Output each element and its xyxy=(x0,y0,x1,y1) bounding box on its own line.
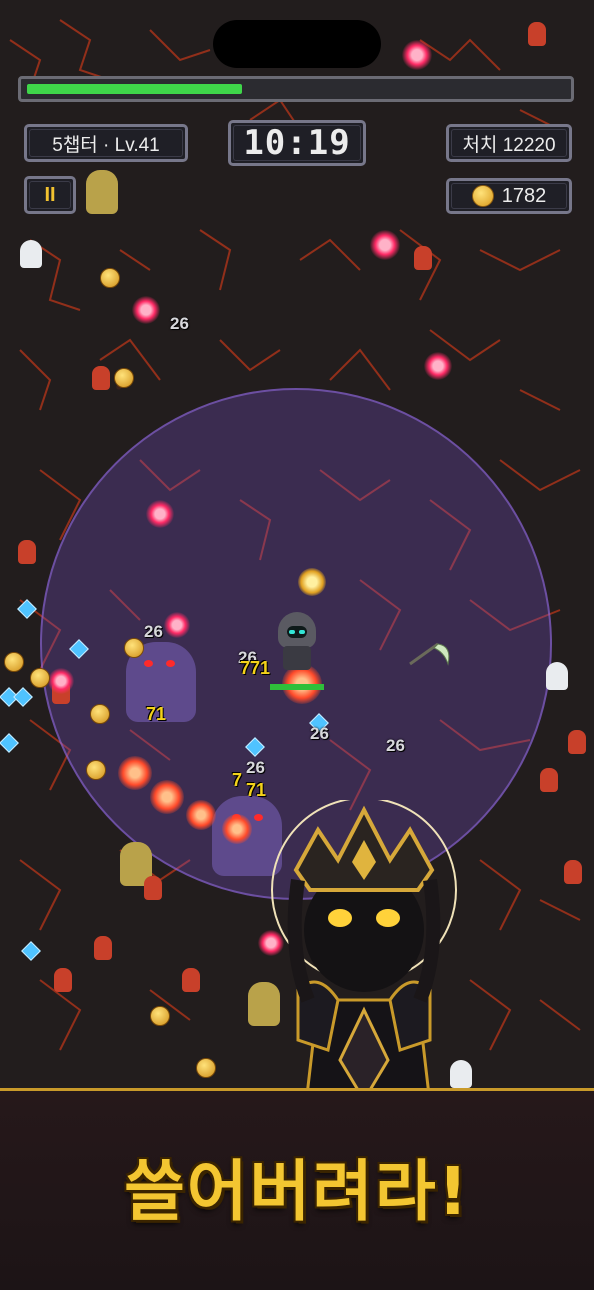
imp-enemy xyxy=(92,366,110,390)
coin-icon xyxy=(471,185,494,207)
imp-enemy xyxy=(94,936,112,960)
coin-pickup xyxy=(100,268,120,288)
coin-pickup xyxy=(124,638,144,658)
energy-orb xyxy=(424,352,452,380)
coin-pickup xyxy=(90,704,110,724)
spark-orb xyxy=(298,568,326,596)
xp-bar-fill xyxy=(27,84,242,94)
imp-enemy xyxy=(540,768,558,792)
damage-number-crit: 771 xyxy=(240,658,271,678)
camera-notch xyxy=(213,20,381,68)
coin-count: 1782 xyxy=(501,184,547,207)
coin-pickup xyxy=(150,1006,170,1026)
imp-enemy xyxy=(564,860,582,884)
xp-bar xyxy=(18,76,574,102)
coin-pickup xyxy=(4,652,24,672)
damage-number: 26 xyxy=(310,724,329,743)
energy-orb xyxy=(48,668,74,694)
imp-enemy xyxy=(568,730,586,754)
pause-button[interactable]: II xyxy=(24,176,76,214)
damage-number-crit: 71 xyxy=(246,780,267,800)
coin-pickup xyxy=(30,668,50,688)
promo-slogan: 쓸어버려라! xyxy=(124,1153,470,1230)
coin-pickup xyxy=(196,1058,216,1078)
coin-pickup xyxy=(86,760,106,780)
brute-eye xyxy=(254,814,263,821)
damage-number: 26 xyxy=(386,736,405,755)
brute-eye xyxy=(144,660,153,667)
player-face xyxy=(287,626,307,638)
zombie-enemy xyxy=(86,170,118,214)
imp-enemy xyxy=(54,968,72,992)
player-health-bar xyxy=(270,684,324,690)
fire-orb xyxy=(222,814,252,844)
player-body xyxy=(283,646,311,670)
game-stage[interactable]: 5챕터 · Lv.41 10:19 처치 12220 II 1782 26 26… xyxy=(0,0,594,1290)
fire-orb xyxy=(150,780,184,814)
damage-number: 26 xyxy=(246,758,265,777)
kill-counter: 처치 12220 xyxy=(446,124,572,162)
energy-orb xyxy=(402,40,432,70)
damage-number-crit: 7 xyxy=(232,770,243,790)
chapter-level-label: 5챕터 · Lv.41 xyxy=(24,124,188,162)
damage-number: 26 xyxy=(170,314,189,333)
player-character xyxy=(278,612,316,670)
coin-pickup xyxy=(114,368,134,388)
stage-timer: 10:19 xyxy=(228,120,366,166)
ghost-enemy xyxy=(20,240,42,268)
ghost-enemy xyxy=(546,662,568,690)
imp-enemy xyxy=(528,22,546,46)
imp-enemy xyxy=(18,540,36,564)
brute-eye xyxy=(166,660,175,667)
damage-number-crit: 71 xyxy=(146,704,167,724)
energy-orb xyxy=(132,296,160,324)
energy-orb xyxy=(164,612,190,638)
imp-enemy xyxy=(414,246,432,270)
fire-orb xyxy=(118,756,152,790)
damage-number: 26 xyxy=(144,622,163,641)
scythe-weapon xyxy=(409,642,450,666)
energy-orb xyxy=(146,500,174,528)
imp-enemy xyxy=(182,968,200,992)
fire-orb xyxy=(186,800,216,830)
energy-orb xyxy=(370,230,400,260)
imp-enemy xyxy=(144,876,162,900)
coin-counter: 1782 xyxy=(446,178,572,214)
